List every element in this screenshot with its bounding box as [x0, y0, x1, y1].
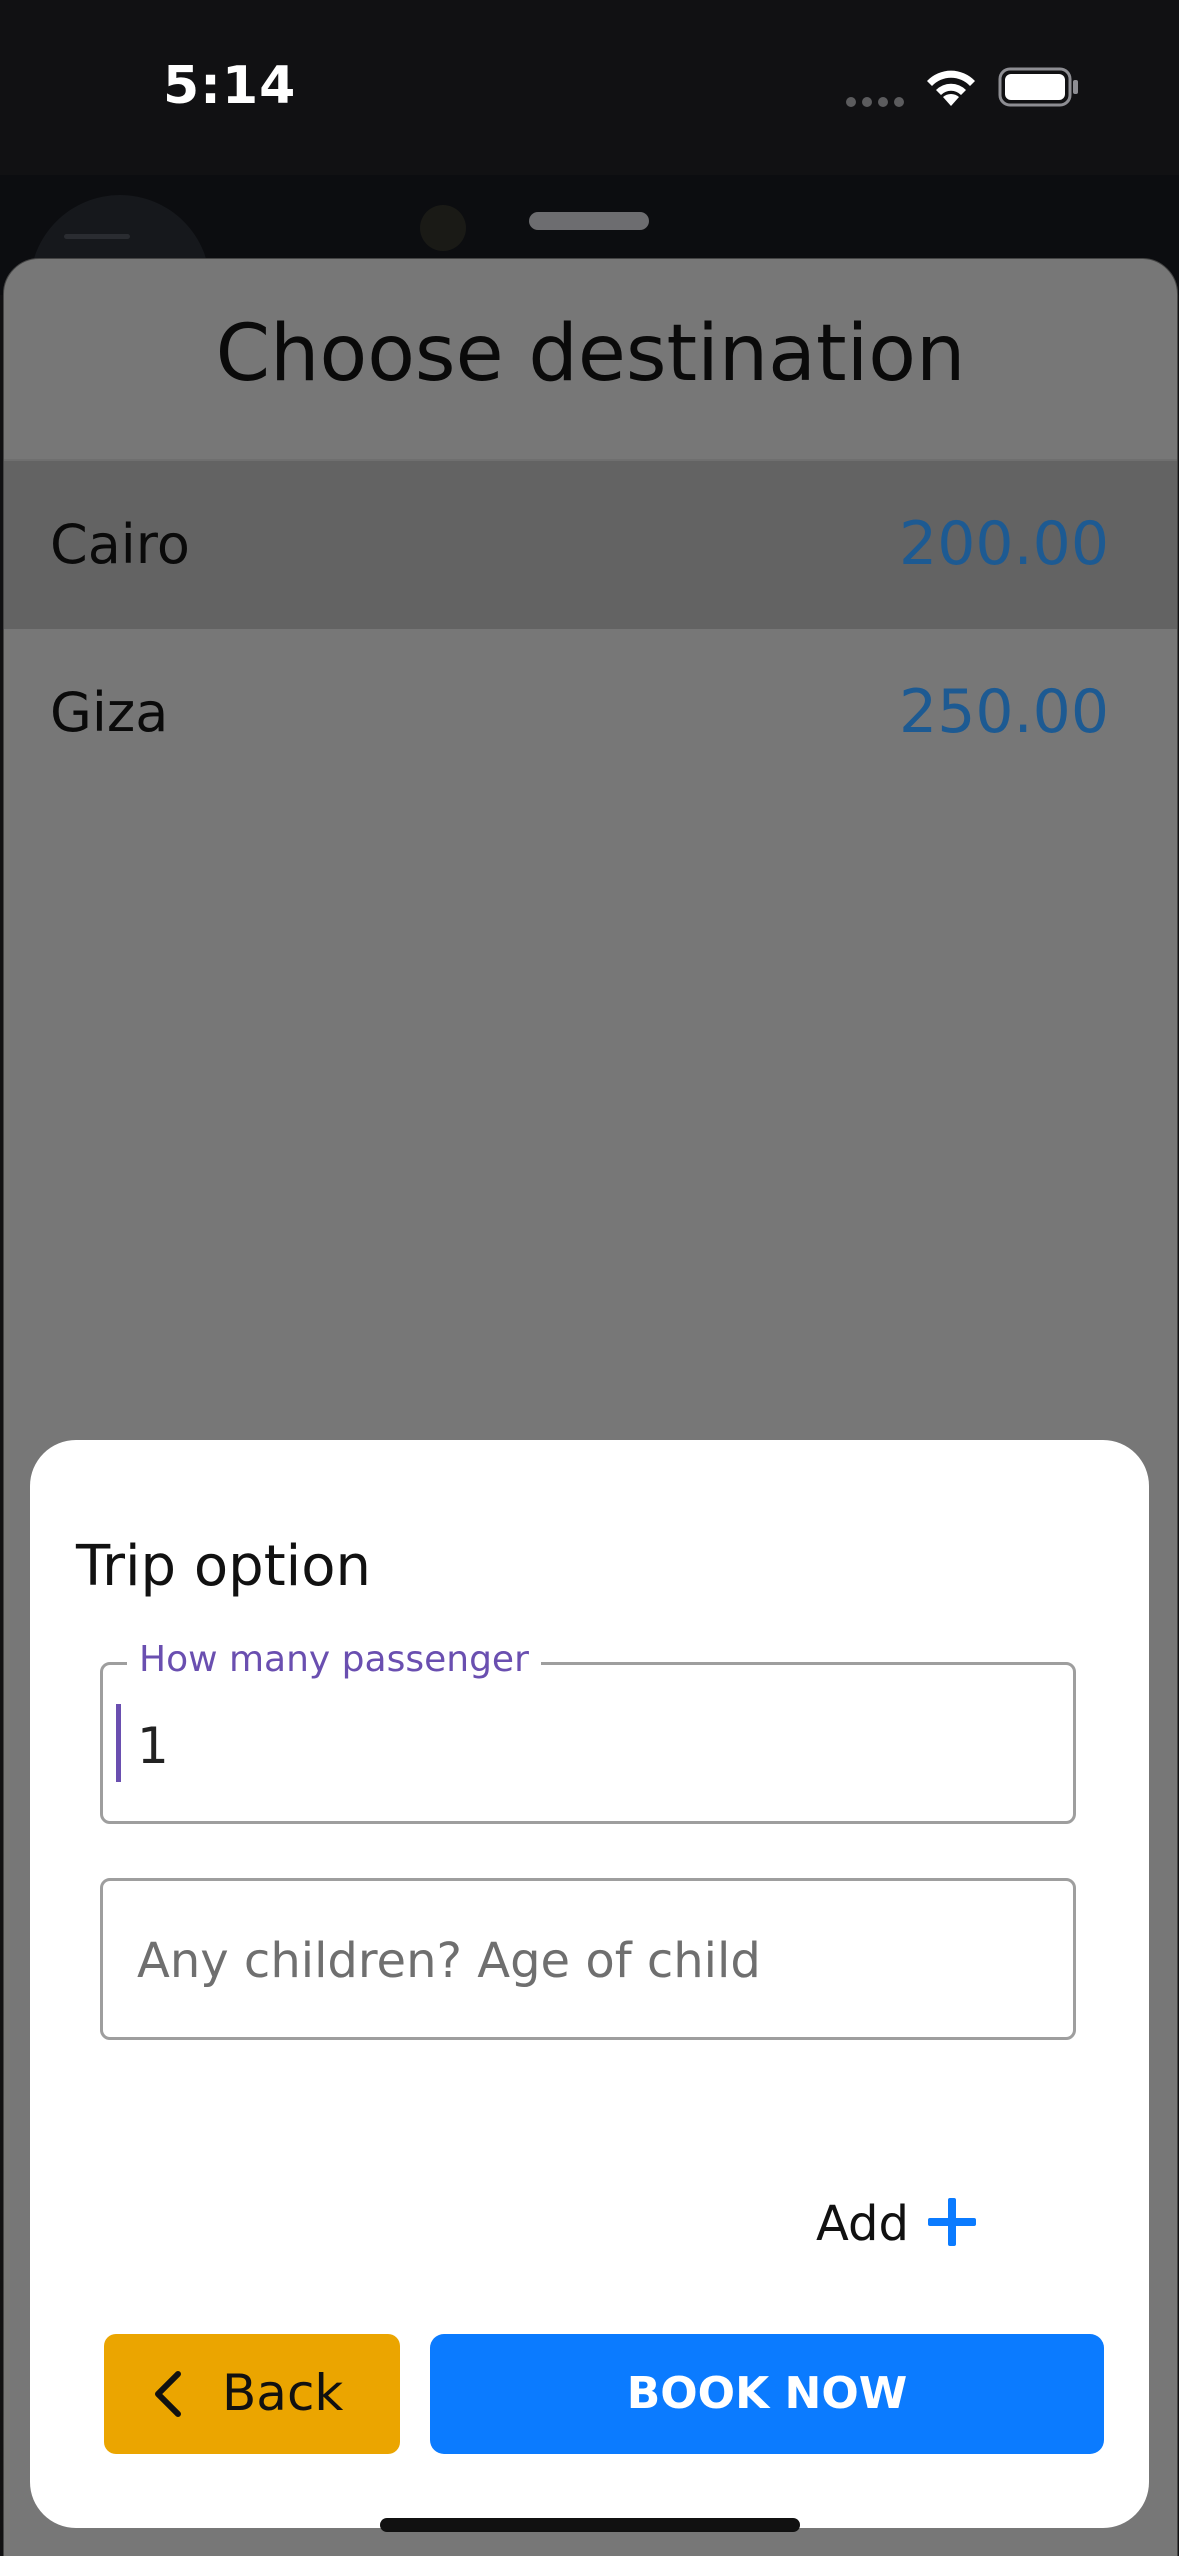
battery-icon	[998, 67, 1078, 107]
destination-row-cairo[interactable]: Cairo 200.00	[4, 461, 1177, 629]
destination-price: 250.00	[899, 677, 1109, 747]
back-button[interactable]: Back	[104, 2334, 400, 2454]
app-screen: 5:14 Choose destination Cairo 200.00 Giz…	[0, 0, 1179, 2556]
plus-icon	[928, 2198, 976, 2246]
wifi-icon	[927, 70, 975, 106]
book-now-button[interactable]: BOOK NOW	[430, 2334, 1104, 2454]
destination-row-giza[interactable]: Giza 250.00	[4, 629, 1177, 797]
chevron-left-icon	[155, 2371, 181, 2417]
sheet-grab-handle[interactable]	[529, 212, 649, 230]
book-now-label: BOOK NOW	[626, 2368, 908, 2419]
children-age-placeholder: Any children? Age of child	[137, 1933, 761, 1989]
passenger-count-label: How many passenger	[127, 1639, 541, 1680]
passenger-count-input[interactable]: How many passenger 1	[100, 1639, 1076, 1824]
modal-title: Trip option	[76, 1534, 371, 1599]
passenger-count-value: 1	[137, 1717, 169, 1775]
add-label: Add	[816, 2196, 909, 2252]
cellular-signal-icon	[846, 97, 904, 107]
destination-price: 200.00	[899, 509, 1109, 579]
status-time: 5:14	[163, 56, 297, 116]
destination-name: Giza	[50, 681, 169, 744]
background-logo-icon	[420, 205, 466, 251]
destination-name: Cairo	[50, 513, 190, 576]
status-bar: 5:14	[0, 0, 1179, 175]
menu-icon	[64, 234, 130, 239]
back-label: Back	[222, 2364, 344, 2422]
home-indicator	[380, 2518, 800, 2532]
sheet-title: Choose destination	[215, 309, 966, 399]
children-age-input[interactable]: Any children? Age of child	[100, 1878, 1076, 2040]
text-caret	[116, 1704, 121, 1782]
